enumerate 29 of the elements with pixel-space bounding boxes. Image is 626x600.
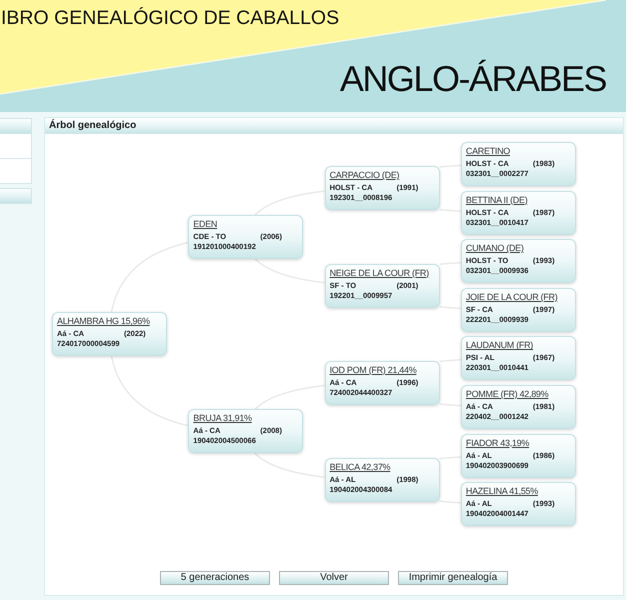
print-button[interactable]: Imprimir genealogía (398, 571, 508, 585)
sidebar-item[interactable] (0, 159, 32, 184)
tree-connector (254, 190, 325, 216)
panel-title: Árbol genealógico (49, 120, 136, 131)
tree-connector (254, 452, 325, 478)
horse-name-link[interactable]: POMME (FR) 42,89% (466, 388, 548, 400)
horse-name-link[interactable]: FIADOR 43,19% (466, 436, 530, 449)
horse-name-link[interactable]: BRUJA 31,91% (193, 412, 252, 424)
back-button[interactable]: Volver (279, 571, 389, 585)
page-heading: ANGLO-ÁRABES (340, 59, 606, 99)
generations-button[interactable]: 5 generaciones (160, 571, 270, 585)
tree-connector (254, 384, 325, 410)
horse-name-link[interactable]: NEIGE DE LA COUR (FR) (330, 266, 429, 278)
horse-name-link[interactable]: CARPACCIO (DE) (330, 169, 400, 182)
horse-name-link[interactable]: BETTINA II (DE) (466, 194, 528, 206)
horse-name-link[interactable]: CUMANO (DE) (466, 242, 524, 254)
horse-name-link[interactable]: CARETINO (466, 145, 510, 157)
horse-name-link[interactable]: JOIE DE LA COUR (FR) (466, 290, 558, 303)
site-title: IBRO GENEALÓGICO DE CABALLOS (0, 6, 340, 30)
sidebar-header-bar (0, 118, 32, 134)
horse-name-link[interactable]: ALHAMBRA HG 15,96% (57, 315, 150, 328)
horse-name-link[interactable]: BELICA 42,37% (330, 460, 390, 473)
horse-name-link[interactable]: HAZELINA 41,55% (466, 485, 538, 498)
horse-name-link[interactable]: EDEN (193, 218, 218, 230)
tree-connector (254, 258, 325, 284)
horse-name-link[interactable]: LAUDANUM (FR) (466, 339, 533, 352)
horse-name-link[interactable]: IOD POM (FR) 21,44% (330, 364, 416, 376)
sidebar-bar (0, 188, 32, 204)
sidebar-item[interactable] (0, 134, 32, 159)
